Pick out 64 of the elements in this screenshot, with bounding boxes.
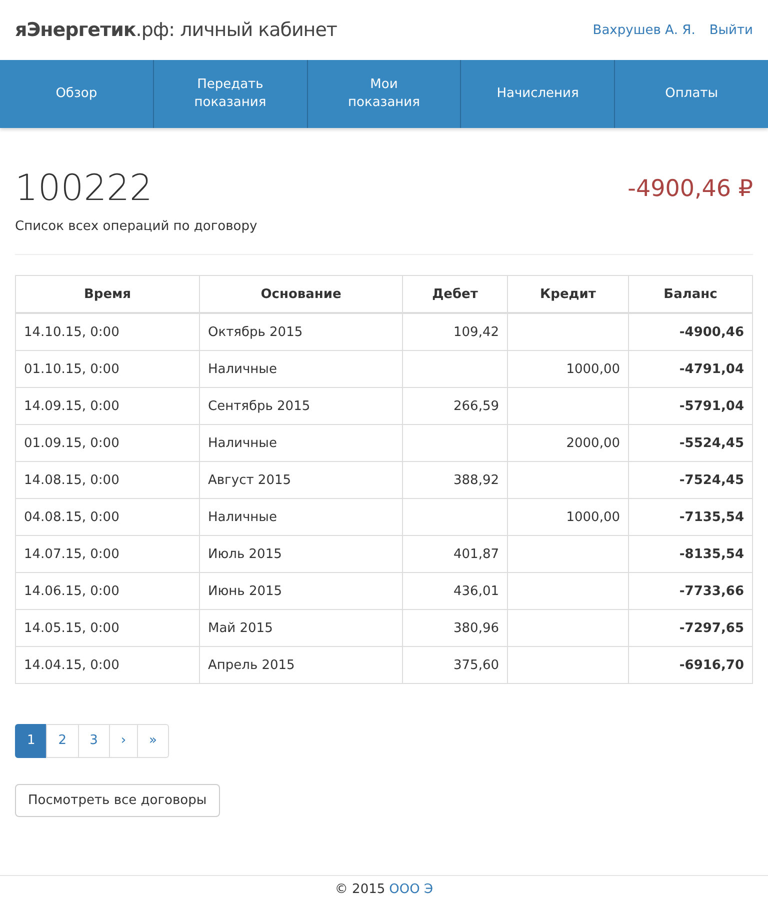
table-cell: -4791,04 bbox=[628, 350, 752, 388]
table-cell: 01.09.15, 0:00 bbox=[16, 424, 200, 462]
user-link[interactable]: Вахрушев А. Я. bbox=[592, 22, 696, 38]
table-cell: -4900,46 bbox=[628, 313, 752, 350]
table-cell: Сентябрь 2015 bbox=[200, 388, 402, 424]
page-subtitle: Список всех операций по договору bbox=[15, 219, 258, 234]
table-cell: 01.10.15, 0:00 bbox=[16, 350, 200, 388]
table-cell: Наличные bbox=[200, 350, 402, 388]
table-cell: Июнь 2015 bbox=[200, 572, 402, 610]
column-header: Кредит bbox=[508, 276, 628, 313]
table-cell: 109,42 bbox=[402, 313, 508, 350]
table-cell: 266,59 bbox=[402, 388, 508, 424]
table-cell: 388,92 bbox=[402, 462, 508, 498]
site-title: яЭнергетик.рф: личный кабинет bbox=[15, 19, 337, 41]
table-cell: 14.05.15, 0:00 bbox=[16, 610, 200, 646]
nav-tab[interactable]: Передать показания bbox=[154, 60, 308, 128]
table-cell: Июль 2015 bbox=[200, 536, 402, 572]
logout-link[interactable]: Выйти bbox=[709, 22, 753, 38]
table-cell: -8135,54 bbox=[628, 536, 752, 572]
nav-tab[interactable]: Мои показания bbox=[308, 60, 462, 128]
nav-tab[interactable]: Начисления bbox=[461, 60, 616, 128]
table-cell: 14.06.15, 0:00 bbox=[16, 572, 200, 610]
table-cell: 380,96 bbox=[402, 610, 508, 646]
all-contracts-button[interactable]: Посмотреть все договоры bbox=[15, 784, 220, 817]
table-cell: -7135,54 bbox=[628, 498, 752, 536]
column-header: Баланс bbox=[628, 276, 752, 313]
table-cell: 2000,00 bbox=[508, 424, 628, 462]
table-cell: Наличные bbox=[200, 498, 402, 536]
table-cell: Август 2015 bbox=[200, 462, 402, 498]
table-cell: -6916,70 bbox=[628, 646, 752, 684]
account-number: 100222 bbox=[15, 168, 152, 209]
column-header: Основание bbox=[200, 276, 402, 313]
table-cell: -5524,45 bbox=[628, 424, 752, 462]
table-cell: 1000,00 bbox=[508, 350, 628, 388]
table-cell: Апрель 2015 bbox=[200, 646, 402, 684]
table-cell: -5791,04 bbox=[628, 388, 752, 424]
table-cell: Октябрь 2015 bbox=[200, 313, 402, 350]
table-cell: Наличные bbox=[200, 424, 402, 462]
table-cell: 14.04.15, 0:00 bbox=[16, 646, 200, 684]
table-cell: 14.09.15, 0:00 bbox=[16, 388, 200, 424]
page-link[interactable]: » bbox=[137, 724, 170, 758]
table-cell: 1000,00 bbox=[508, 498, 628, 536]
page-link[interactable]: 1 bbox=[15, 724, 48, 758]
column-header: Время bbox=[16, 276, 200, 313]
page-link[interactable]: › bbox=[108, 724, 138, 758]
table-cell: 401,87 bbox=[402, 536, 508, 572]
page-link[interactable]: 2 bbox=[46, 724, 79, 758]
company-link[interactable]: ООО Э bbox=[389, 882, 434, 897]
table-cell: 04.08.15, 0:00 bbox=[16, 498, 200, 536]
table-cell: -7297,65 bbox=[628, 610, 752, 646]
nav-tab[interactable]: Оплаты bbox=[615, 60, 768, 128]
table-cell: 14.07.15, 0:00 bbox=[16, 536, 200, 572]
table-cell: 375,60 bbox=[402, 646, 508, 684]
copyright-text: © 2015 bbox=[334, 882, 386, 897]
table-cell: -7733,66 bbox=[628, 572, 752, 610]
table-cell: 14.08.15, 0:00 bbox=[16, 462, 200, 498]
table-cell: Май 2015 bbox=[200, 610, 402, 646]
nav-tab[interactable]: Обзор bbox=[0, 60, 154, 128]
table-cell: -7524,45 bbox=[628, 462, 752, 498]
column-header: Дебет bbox=[402, 276, 508, 313]
table-cell: 14.10.15, 0:00 bbox=[16, 313, 200, 350]
page-link[interactable]: 3 bbox=[78, 724, 110, 758]
balance-amount: -4900,46 ₽ bbox=[628, 176, 753, 202]
table-cell: 436,01 bbox=[402, 572, 508, 610]
